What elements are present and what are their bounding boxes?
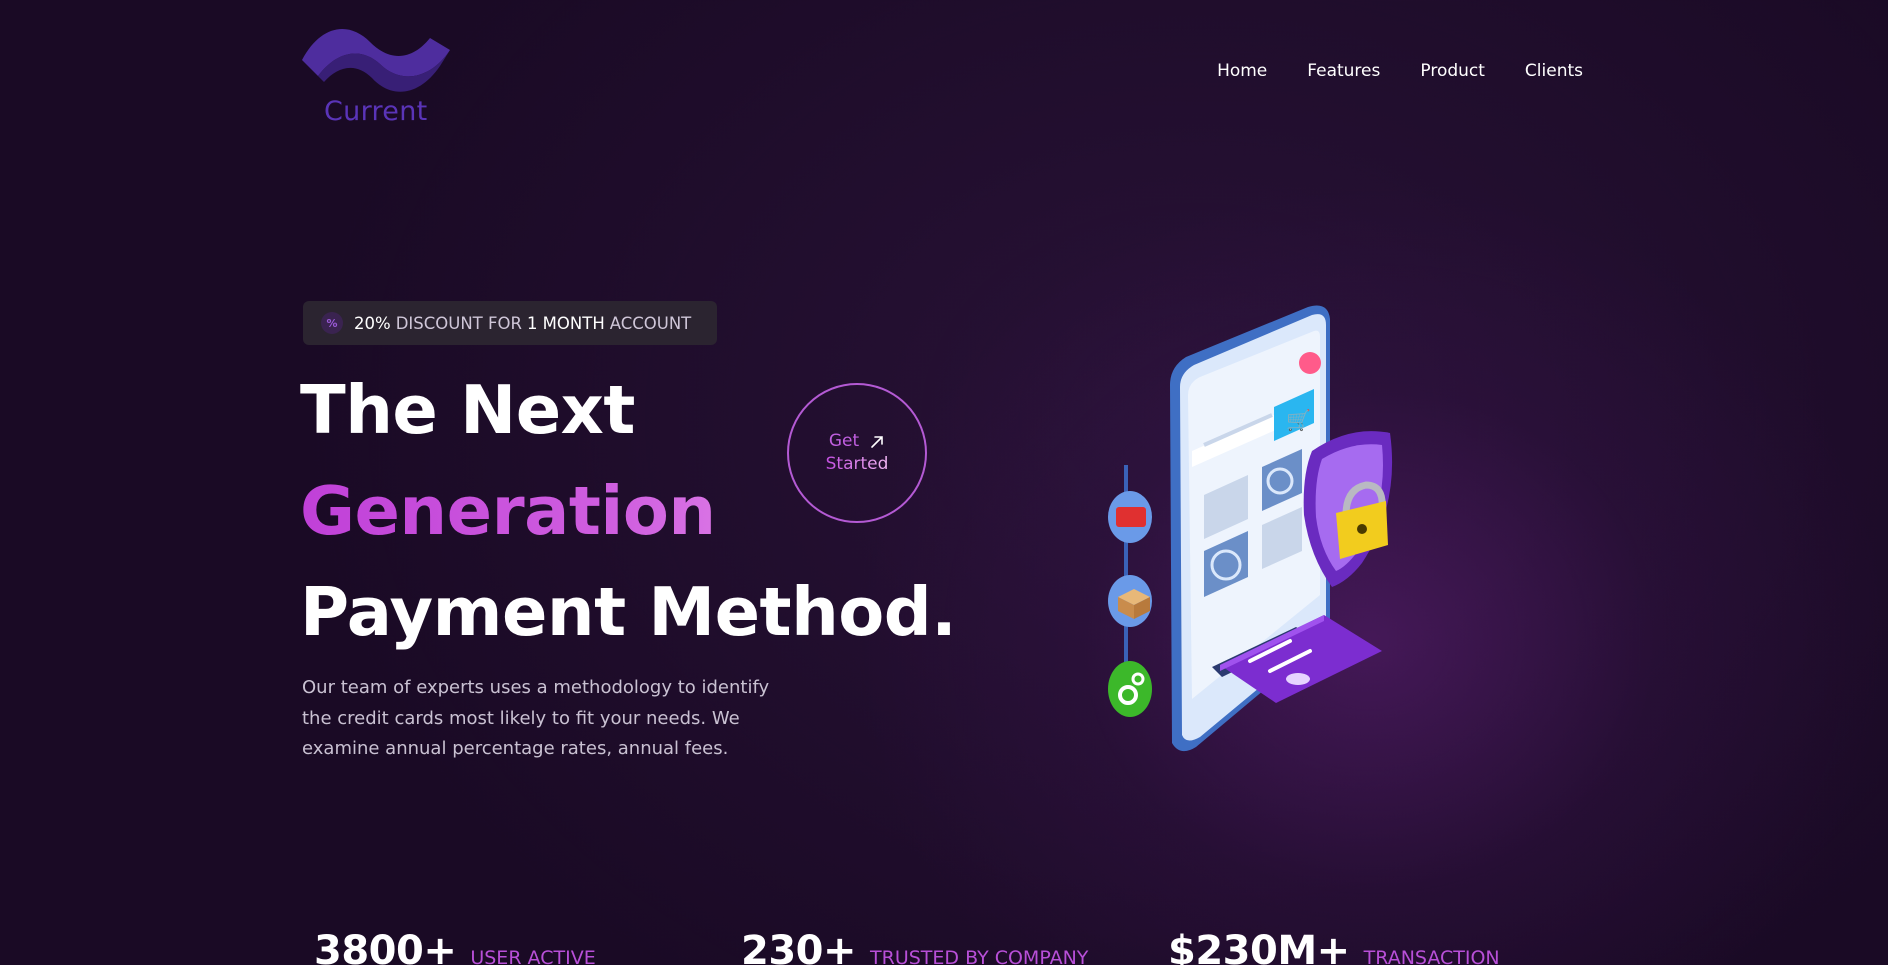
- stat-value: 230+: [741, 928, 857, 965]
- hero-description: Our team of experts uses a methodology t…: [302, 677, 770, 759]
- nav-product[interactable]: Product: [1420, 61, 1485, 81]
- get-started-button[interactable]: Get Started: [787, 383, 927, 523]
- stat-transactions: $230M+ TRANSACTION: [1168, 928, 1500, 965]
- nav-clients[interactable]: Clients: [1525, 61, 1583, 81]
- badge-percent: 20%: [354, 313, 391, 333]
- badge-duration: 1 MONTH: [526, 313, 605, 333]
- stat-users: 3800+ USER ACTIVE: [314, 928, 741, 965]
- stat-label: TRANSACTION: [1363, 947, 1500, 965]
- brand-logo[interactable]: Current: [300, 18, 460, 130]
- discount-badge: % 20% DISCOUNT FOR 1 MONTH ACCOUNT: [303, 301, 717, 345]
- cta-label-line-2: Started: [825, 454, 889, 474]
- stat-value: 3800+: [314, 928, 457, 965]
- svg-text:🛒: 🛒: [1286, 408, 1311, 432]
- brand-name: Current: [324, 96, 428, 127]
- nav-home[interactable]: Home: [1217, 61, 1267, 81]
- stat-value: $230M+: [1168, 928, 1350, 965]
- stat-companies: 230+ TRUSTED BY COMPANY: [741, 928, 1168, 965]
- percent-icon: %: [321, 312, 343, 334]
- arrow-up-right-icon: [871, 435, 883, 448]
- main-nav: Home Features Product Clients: [1217, 61, 1583, 81]
- badge-text-end: ACCOUNT: [609, 313, 692, 333]
- stat-label: USER ACTIVE: [470, 947, 596, 965]
- stats-row: 3800+ USER ACTIVE 230+ TRUSTED BY COMPAN…: [314, 928, 1500, 965]
- cta-label-line-1: Get: [828, 431, 860, 451]
- phone-security-illustration: 🛒: [1108, 305, 1393, 752]
- stat-label: TRUSTED BY COMPANY: [870, 947, 1089, 965]
- nav-features[interactable]: Features: [1307, 61, 1380, 81]
- wave-logo-icon: [302, 29, 450, 92]
- headline-line-3: Payment Method.: [300, 573, 957, 651]
- badge-text: DISCOUNT FOR: [395, 313, 522, 333]
